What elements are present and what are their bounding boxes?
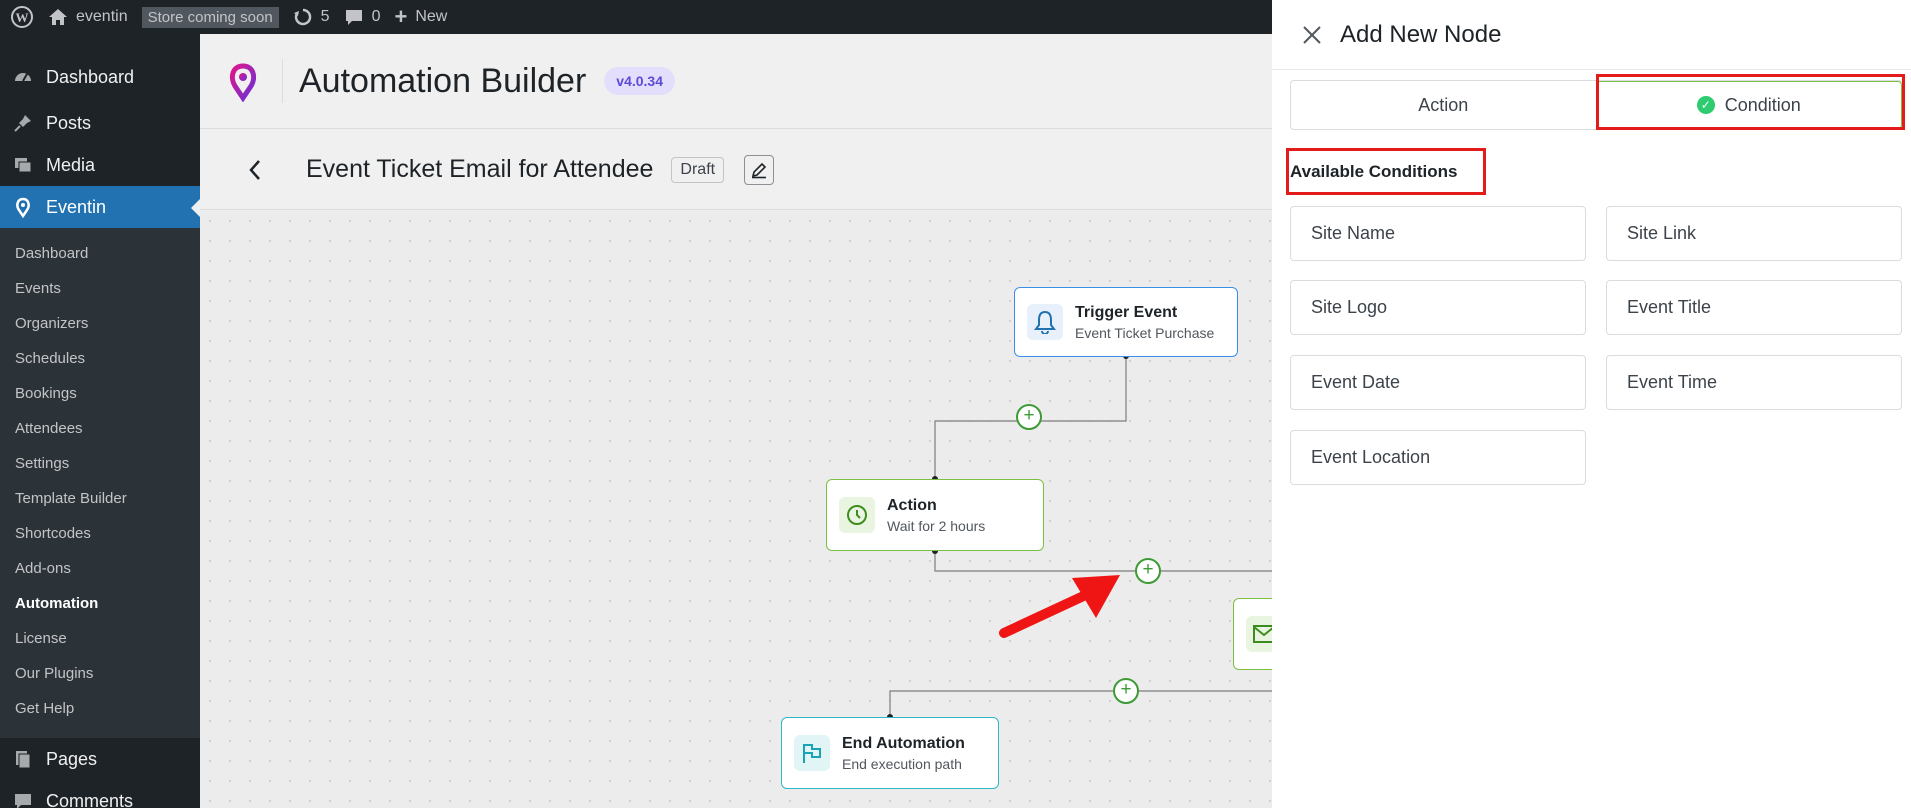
version-badge: v4.0.34 [604,67,675,95]
submenu-automation[interactable]: Automation [0,586,200,621]
svg-text:W: W [16,10,29,25]
menu-label: Dashboard [46,66,135,87]
add-node-panel: Add New Node Action ✓ Condition Availabl… [1272,0,1911,808]
menu-comments[interactable]: Comments [0,780,200,808]
chevron-left-icon [249,159,260,180]
comment-icon [345,10,362,25]
submenu-our-plugins[interactable]: Our Plugins [0,656,200,691]
submenu-license[interactable]: License [0,621,200,656]
pushpin-icon [12,112,34,134]
mail-icon [1246,616,1272,652]
site-name-label: eventin [76,8,128,25]
add-node-button[interactable]: + [1135,558,1161,584]
node-title: Action [887,496,937,514]
flag-icon [794,735,830,771]
tab-action[interactable]: Action [1291,81,1596,129]
submenu-schedules[interactable]: Schedules [0,341,200,376]
condition-site-name[interactable]: Site Name [1290,206,1586,261]
clock-icon [839,497,875,533]
condition-event-date[interactable]: Event Date [1290,355,1586,410]
edit-title-button[interactable] [744,154,775,185]
highlight-box-condition-tab [1596,74,1905,130]
condition-site-logo[interactable]: Site Logo [1290,280,1586,335]
menu-pages[interactable]: Pages [0,738,200,780]
menu-media[interactable]: Media [0,144,200,186]
updates-link[interactable]: 5 [293,7,330,27]
email-node[interactable] [1233,598,1272,670]
eventin-icon [12,196,34,218]
panel-title: Add New Node [1340,20,1502,48]
menu-label: Comments [46,790,134,808]
status-badge: Draft [671,156,725,183]
red-arrow-annotation [999,588,1095,638]
add-node-button[interactable]: + [1113,678,1139,704]
add-node-button[interactable]: + [1016,404,1042,430]
pages-icon [12,748,34,770]
highlight-box-available-conditions [1286,148,1486,195]
automation-canvas[interactable]: Trigger Event Event Ticket Purchase + Ac… [200,211,1272,808]
page-title: Automation Builder [299,61,587,100]
store-status-badge[interactable]: Store coming soon [141,6,279,28]
node-subtitle: Event Ticket Purchase [1075,324,1215,341]
submenu-dashboard[interactable]: Dashboard [0,236,200,271]
new-content-link[interactable]: + New [394,6,447,28]
submenu-get-help[interactable]: Get Help [0,691,200,726]
menu-dashboard[interactable]: Dashboard [0,56,200,98]
node-subtitle: Wait for 2 hours [887,517,986,534]
site-name-link[interactable]: eventin [48,8,128,26]
menu-posts[interactable]: Posts [0,102,200,144]
plus-icon: + [394,4,408,29]
trigger-event-node[interactable]: Trigger Event Event Ticket Purchase [1014,287,1238,357]
node-subtitle: End execution path [842,755,962,772]
comment-icon [12,790,34,808]
updates-icon [293,8,311,26]
admin-sidebar: Dashboard Posts Media Eventin Dashboard … [0,34,200,808]
menu-label: Eventin [46,196,107,217]
submenu-shortcodes[interactable]: Shortcodes [0,516,200,551]
submenu-template-builder[interactable]: Template Builder [0,481,200,516]
new-label: New [415,8,448,25]
submenu-add-ons[interactable]: Add-ons [0,551,200,586]
bell-icon [1027,304,1063,340]
submenu-bookings[interactable]: Bookings [0,376,200,411]
condition-event-time[interactable]: Event Time [1606,355,1902,410]
menu-label: Posts [46,112,92,133]
action-node[interactable]: Action Wait for 2 hours [826,479,1044,551]
node-title: End Automation [842,734,965,752]
page-header: Automation Builder v4.0.34 [200,34,1272,129]
submenu-events[interactable]: Events [0,271,200,306]
back-button[interactable] [240,155,270,185]
pencil-icon [751,162,767,178]
menu-label: Pages [46,748,98,769]
menu-eventin[interactable]: Eventin [0,186,200,228]
condition-event-location[interactable]: Event Location [1290,430,1586,485]
header-divider [282,59,283,103]
submenu-organizers[interactable]: Organizers [0,306,200,341]
comments-link[interactable]: 0 [344,8,381,26]
submenu-settings[interactable]: Settings [0,446,200,481]
workflow-header: Event Ticket Email for Attendee Draft [200,130,1272,210]
node-title: Trigger Event [1075,303,1178,321]
eventin-logo-icon [229,63,257,102]
workflow-title: Event Ticket Email for Attendee [306,155,654,183]
tab-label: Action [1418,94,1469,115]
updates-count: 5 [320,8,330,25]
dashboard-icon [12,66,34,88]
end-automation-node[interactable]: End Automation End execution path [781,717,999,789]
close-icon[interactable] [1300,23,1324,47]
home-icon [49,9,67,25]
condition-event-title[interactable]: Event Title [1606,280,1902,335]
media-icon [12,154,34,176]
menu-label: Media [46,154,96,175]
submenu-attendees[interactable]: Attendees [0,411,200,446]
condition-site-link[interactable]: Site Link [1606,206,1902,261]
eventin-submenu: Dashboard Events Organizers Schedules Bo… [0,228,200,738]
comments-count: 0 [371,8,381,25]
panel-header: Add New Node [1272,0,1911,70]
wordpress-logo-icon[interactable]: W [10,5,34,29]
